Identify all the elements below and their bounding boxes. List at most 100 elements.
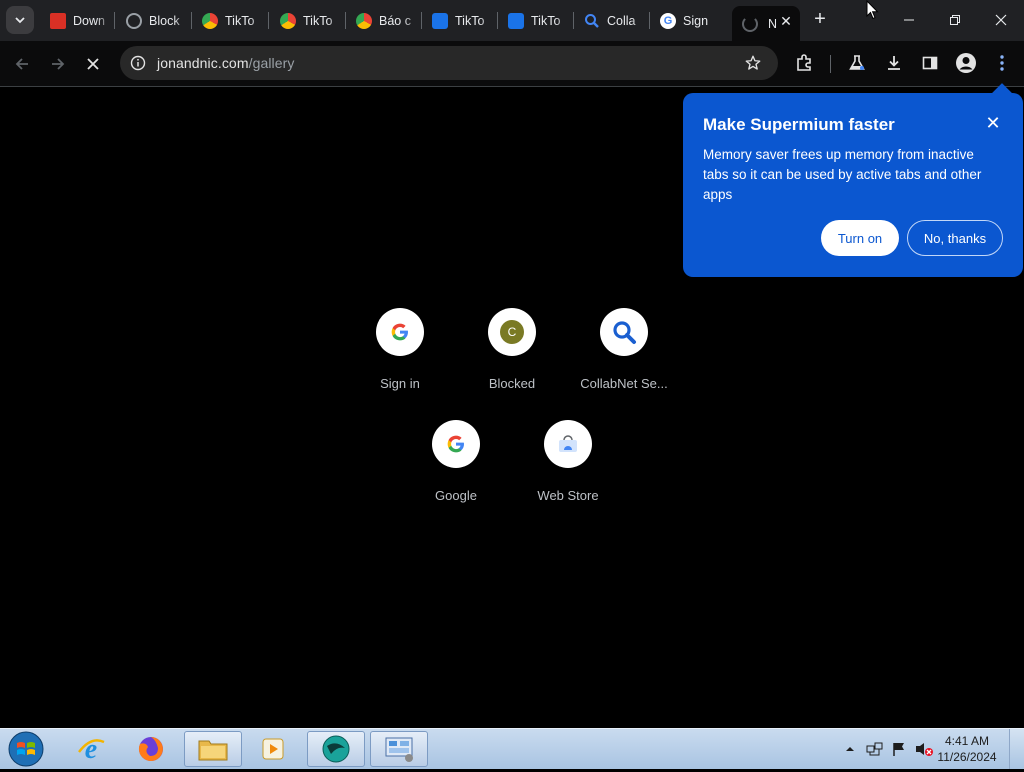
restore-button[interactable] bbox=[932, 0, 978, 40]
clock-time: 4:41 AM bbox=[944, 734, 990, 748]
chrome-icon bbox=[356, 12, 372, 29]
show-hidden-icons-button[interactable] bbox=[842, 731, 858, 767]
tab-2[interactable]: Block bbox=[116, 6, 190, 35]
taskbar-control-panel[interactable] bbox=[370, 731, 428, 767]
tray-action-center[interactable] bbox=[888, 731, 910, 767]
tab-4[interactable]: TikTo bbox=[270, 6, 344, 35]
tab-title: Block bbox=[149, 13, 180, 28]
tab-6[interactable]: TikTo bbox=[422, 6, 496, 35]
web-store-icon bbox=[559, 435, 577, 452]
side-panel-button[interactable] bbox=[918, 51, 942, 75]
windows-logo-icon bbox=[8, 731, 44, 767]
taskbar-clock[interactable]: 4:41 AM 11/26/2024 bbox=[932, 733, 1002, 765]
site-info-icon[interactable] bbox=[130, 55, 146, 71]
taskbar-ie[interactable]: e bbox=[62, 731, 120, 767]
taskbar-firefox[interactable] bbox=[122, 731, 180, 767]
shortcut-tile[interactable]: C bbox=[488, 308, 536, 356]
network-icon bbox=[866, 742, 883, 756]
taskbar: e 4:41 AM 11/26/2024 bbox=[0, 728, 1024, 769]
pdf-icon bbox=[50, 12, 66, 29]
shortcut-tile[interactable] bbox=[600, 308, 648, 356]
tab-title: TikTo bbox=[455, 13, 485, 28]
stop-loading-button[interactable] bbox=[80, 51, 106, 77]
blue-app-icon bbox=[432, 12, 448, 29]
tab-title: TikTo bbox=[303, 13, 333, 28]
menu-button[interactable] bbox=[990, 51, 1014, 75]
tab-title: TikTo bbox=[225, 13, 255, 28]
shortcut-label: Web Store bbox=[537, 488, 599, 503]
more-vertical-icon bbox=[1000, 55, 1004, 71]
minimize-button[interactable] bbox=[886, 0, 932, 40]
chrome-icon bbox=[280, 12, 296, 29]
url-path: /gallery bbox=[248, 55, 295, 71]
shortcut-tile[interactable] bbox=[432, 420, 480, 468]
url-host: jonandnic.com bbox=[157, 55, 249, 71]
tab-5[interactable]: Báo c bbox=[346, 6, 420, 35]
tab-8[interactable]: Colla bbox=[574, 6, 648, 35]
close-icon bbox=[995, 14, 1007, 26]
shortcut-label: Sign in bbox=[380, 376, 420, 391]
bubble-title: Make Supermium faster bbox=[703, 115, 895, 134]
flask-icon bbox=[849, 55, 865, 70]
shortcut-blocked[interactable]: C Blocked bbox=[456, 308, 568, 391]
downloads-button[interactable] bbox=[882, 51, 906, 75]
taskbar-media-player[interactable] bbox=[244, 731, 302, 767]
star-icon[interactable] bbox=[744, 54, 762, 72]
turn-on-button[interactable]: Turn on bbox=[821, 220, 899, 256]
google-g-icon bbox=[447, 435, 464, 453]
tray-network[interactable] bbox=[864, 731, 886, 767]
taskbar-browser[interactable] bbox=[307, 731, 365, 767]
back-button[interactable] bbox=[9, 51, 35, 77]
search-icon bbox=[613, 321, 636, 344]
no-thanks-button[interactable]: No, thanks bbox=[907, 220, 1003, 256]
tab-7[interactable]: TikTo bbox=[498, 6, 572, 35]
tab-divider bbox=[114, 12, 115, 29]
shortcut-tile[interactable] bbox=[544, 420, 592, 468]
tab-1[interactable]: Down bbox=[40, 6, 112, 35]
shortcut-label: CollabNet Se... bbox=[580, 376, 668, 391]
chevron-up-icon bbox=[846, 747, 854, 751]
close-tab-icon[interactable]: ✕ bbox=[778, 13, 794, 29]
media-player-icon bbox=[262, 738, 284, 760]
mouse-cursor-icon bbox=[866, 0, 879, 20]
arrow-right-icon bbox=[52, 58, 65, 70]
labs-button[interactable] bbox=[845, 51, 869, 75]
show-desktop-button[interactable] bbox=[1009, 729, 1024, 769]
tab-title: Colla bbox=[607, 13, 636, 28]
new-tab-button[interactable]: + bbox=[808, 8, 832, 32]
bubble-close-icon[interactable]: ✕ bbox=[985, 114, 1001, 132]
profile-button[interactable] bbox=[954, 51, 978, 75]
internet-explorer-icon: e bbox=[78, 734, 105, 764]
tab-active[interactable]: N ✕ bbox=[732, 6, 800, 41]
shortcut-tile[interactable] bbox=[376, 308, 424, 356]
chevron-down-icon bbox=[15, 17, 25, 24]
clock-date: 11/26/2024 bbox=[937, 750, 997, 764]
folder-icon bbox=[198, 740, 228, 761]
google-g-icon bbox=[391, 323, 408, 341]
google-icon: G bbox=[660, 12, 676, 29]
loading-icon bbox=[742, 15, 758, 32]
shortcut-label: Blocked bbox=[488, 376, 536, 391]
taskbar-explorer[interactable] bbox=[184, 731, 242, 767]
shortcut-google[interactable]: Google bbox=[400, 420, 512, 503]
extensions-button[interactable] bbox=[792, 51, 816, 75]
shortcut-collabnet[interactable]: CollabNet Se... bbox=[568, 308, 680, 391]
address-bar[interactable]: jonandnic.com/gallery bbox=[120, 46, 778, 80]
tab-3[interactable]: TikTo bbox=[192, 6, 266, 35]
tab-title: TikTo bbox=[531, 13, 561, 28]
shortcut-sign-in[interactable]: Sign in bbox=[344, 308, 456, 391]
browser-toolbar: jonandnic.com/gallery bbox=[0, 41, 1024, 87]
forward-button[interactable] bbox=[45, 51, 71, 77]
tab-title: Sign bbox=[683, 13, 709, 28]
tab-search-button[interactable] bbox=[6, 6, 34, 34]
url-text[interactable]: jonandnic.com/gallery bbox=[157, 55, 295, 71]
close-window-button[interactable] bbox=[978, 0, 1024, 40]
volume-muted-icon bbox=[916, 743, 933, 756]
start-button[interactable] bbox=[6, 731, 46, 767]
tab-9[interactable]: G Sign bbox=[650, 6, 726, 35]
profile-icon bbox=[956, 53, 976, 73]
chrome-icon bbox=[202, 12, 218, 29]
shortcut-web-store[interactable]: Web Store bbox=[512, 420, 624, 503]
firefox-icon bbox=[138, 737, 163, 761]
close-icon bbox=[87, 58, 99, 70]
